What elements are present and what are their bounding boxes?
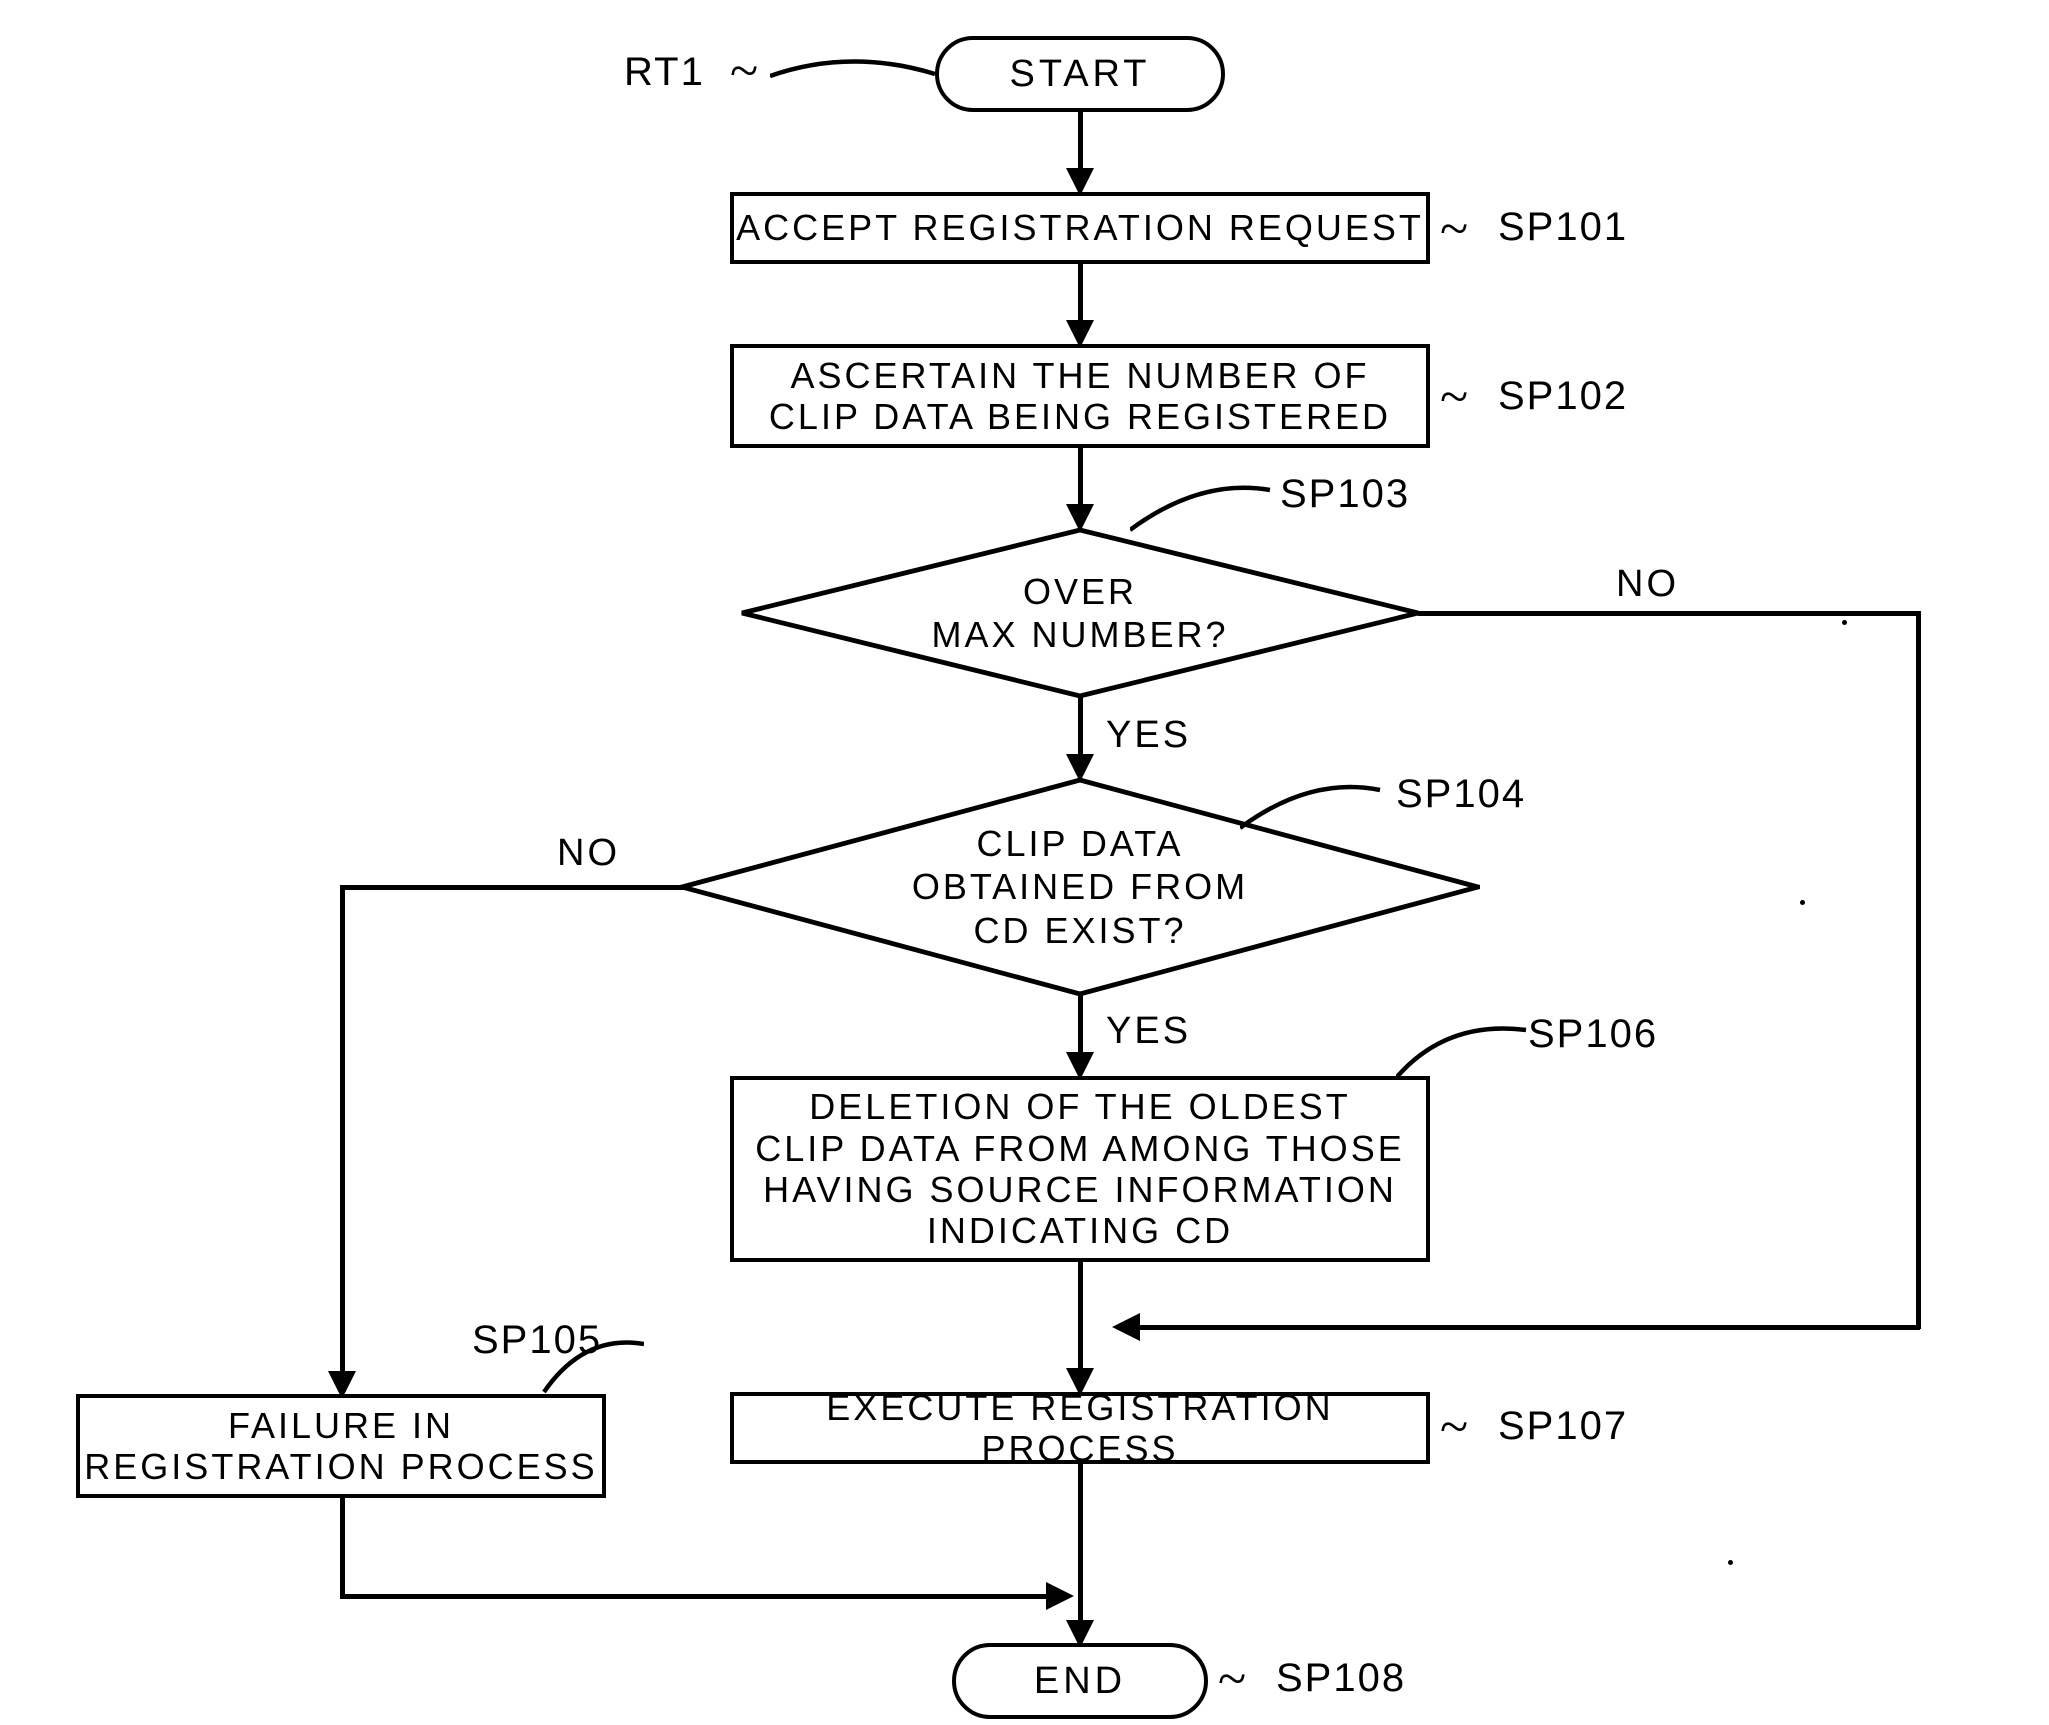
scan-dot xyxy=(1728,1560,1733,1565)
connector xyxy=(1138,1325,1920,1330)
rt1-curve xyxy=(770,56,940,96)
sp102-label: SP102 xyxy=(1498,374,1628,419)
connector xyxy=(1078,264,1083,324)
sp104-yes-label: YES xyxy=(1106,1010,1191,1053)
sp104-curve xyxy=(1240,776,1390,832)
connector xyxy=(1078,448,1083,508)
connector xyxy=(340,885,684,890)
sp103-curve xyxy=(1130,478,1280,534)
sp106-text: DELETION OF THE OLDEST CLIP DATA FROM AM… xyxy=(755,1086,1404,1252)
rt1-connector: ~ xyxy=(730,42,758,101)
sp103-no-label: NO xyxy=(1616,563,1679,606)
sp107-process: EXECUTE REGISTRATION PROCESS xyxy=(730,1392,1430,1464)
sp102-connector: ~ xyxy=(1440,368,1468,427)
sp105-process: FAILURE IN REGISTRATION PROCESS xyxy=(76,1394,606,1498)
scan-dot xyxy=(1800,900,1805,905)
sp101-process: ACCEPT REGISTRATION REQUEST xyxy=(730,192,1430,264)
sp101-label: SP101 xyxy=(1498,205,1628,250)
arrowhead-left xyxy=(1112,1313,1140,1341)
connector xyxy=(1078,994,1083,1056)
sp103-yes-label: YES xyxy=(1106,714,1191,757)
connector xyxy=(1078,696,1083,758)
flowchart-canvas: START RT1 ~ ACCEPT REGISTRATION REQUEST … xyxy=(0,0,2049,1725)
connector xyxy=(340,1594,1050,1599)
sp101-connector: ~ xyxy=(1440,200,1468,259)
sp108-connector: ~ xyxy=(1218,1650,1246,1709)
sp103-text: OVER MAX NUMBER? xyxy=(931,570,1228,656)
end-label: END xyxy=(1034,1660,1126,1703)
rt1-label: RT1 xyxy=(624,50,705,95)
sp104-no-label: NO xyxy=(557,832,620,875)
sp103-label: SP103 xyxy=(1280,472,1410,517)
sp103-decision: OVER MAX NUMBER? xyxy=(740,528,1420,698)
end-terminator: END xyxy=(952,1643,1208,1719)
sp106-curve xyxy=(1396,1020,1536,1084)
sp108-label: SP108 xyxy=(1276,1656,1406,1701)
sp107-label: SP107 xyxy=(1498,1404,1628,1449)
sp105-text: FAILURE IN REGISTRATION PROCESS xyxy=(84,1405,597,1488)
arrowhead xyxy=(1046,1582,1074,1610)
connector xyxy=(1418,611,1916,616)
connector xyxy=(1078,112,1083,172)
sp101-text: ACCEPT REGISTRATION REQUEST xyxy=(736,207,1424,248)
connector xyxy=(340,885,345,1375)
sp102-text: ASCERTAIN THE NUMBER OF CLIP DATA BEING … xyxy=(769,355,1391,438)
sp107-connector: ~ xyxy=(1440,1398,1468,1457)
connector xyxy=(1916,611,1921,1329)
sp105-label: SP105 xyxy=(472,1318,602,1363)
connector xyxy=(340,1498,345,1598)
sp104-text: CLIP DATA OBTAINED FROM CD EXIST? xyxy=(912,822,1248,952)
sp106-process: DELETION OF THE OLDEST CLIP DATA FROM AM… xyxy=(730,1076,1430,1262)
sp104-label: SP104 xyxy=(1396,772,1526,817)
start-label: START xyxy=(1009,53,1150,96)
connector xyxy=(1078,1262,1083,1372)
connector xyxy=(1078,1464,1083,1624)
start-terminator: START xyxy=(935,36,1225,112)
sp107-text: EXECUTE REGISTRATION PROCESS xyxy=(734,1387,1426,1470)
sp102-process: ASCERTAIN THE NUMBER OF CLIP DATA BEING … xyxy=(730,344,1430,448)
scan-dot xyxy=(1842,620,1847,625)
sp106-label: SP106 xyxy=(1528,1012,1658,1057)
